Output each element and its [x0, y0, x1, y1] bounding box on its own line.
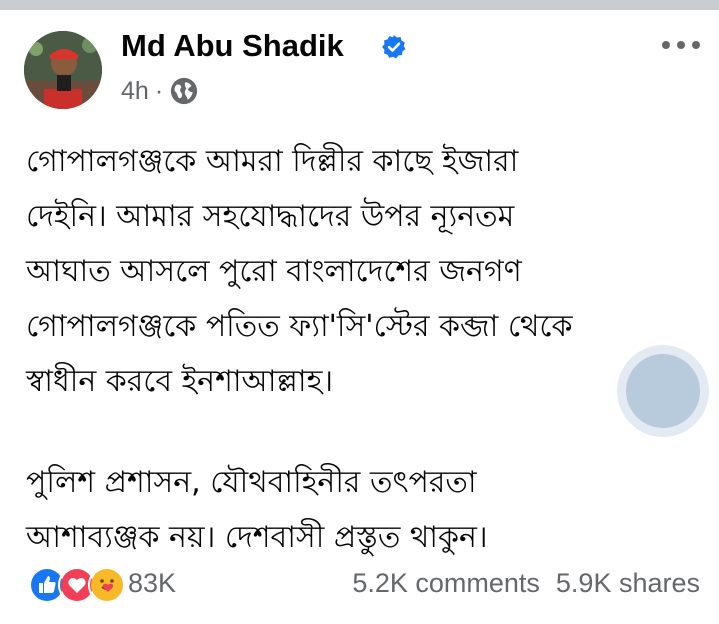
floating-scroll-button[interactable]	[617, 345, 709, 437]
post-body: গোপালগঞ্জকে আমরা দিল্লীর কাছে ইজারা দেইন…	[26, 134, 706, 565]
verified-badge-icon	[382, 35, 406, 59]
more-options-icon[interactable]	[660, 36, 702, 54]
globe-icon[interactable]	[169, 76, 199, 106]
reaction-icons[interactable]	[28, 566, 126, 604]
author-name[interactable]: Md Abu Shadik	[121, 28, 344, 64]
post-footer: 83K 5.2K comments 5.9K shares	[28, 566, 700, 606]
engagement-stats: 5.2K comments 5.9K shares	[352, 568, 700, 599]
post-time[interactable]: 4h	[121, 77, 149, 106]
post-line: গোপালগঞ্জকে আমরা দিল্লীর কাছে ইজারা	[26, 144, 519, 179]
reaction-count[interactable]: 83K	[128, 568, 176, 599]
post-line: আঘাত আসলে পুরো বাংলাদেশের জনগণ	[26, 254, 522, 289]
avatar-photo	[24, 31, 102, 109]
post-line: দেইনি। আমার সহযোদ্ধাদের উপর ন্যূনতম	[26, 199, 515, 234]
top-divider	[0, 0, 719, 10]
floating-button-core	[626, 354, 700, 428]
post-line: পুলিশ প্রশাসন, যৌথবাহিনীর তৎপরতা	[26, 465, 477, 500]
meta-separator: ·	[154, 76, 164, 105]
post-line: গোপালগঞ্জকে পতিত ফ্যা'সি'স্টের কব্জা থেক…	[26, 309, 573, 344]
shares-count[interactable]: 5.9K shares	[556, 568, 700, 599]
author-avatar[interactable]	[24, 31, 102, 109]
post-line: আশাব্যঞ্জক নয়। দেশবাসী প্রস্তুত থাকুন।	[26, 520, 488, 555]
post-meta: 4h ·	[121, 76, 199, 106]
care-icon	[88, 566, 126, 604]
post-line: স্বাধীন করবে ইনশাআল্লাহ।	[26, 364, 334, 399]
comments-count[interactable]: 5.2K comments	[352, 568, 540, 599]
